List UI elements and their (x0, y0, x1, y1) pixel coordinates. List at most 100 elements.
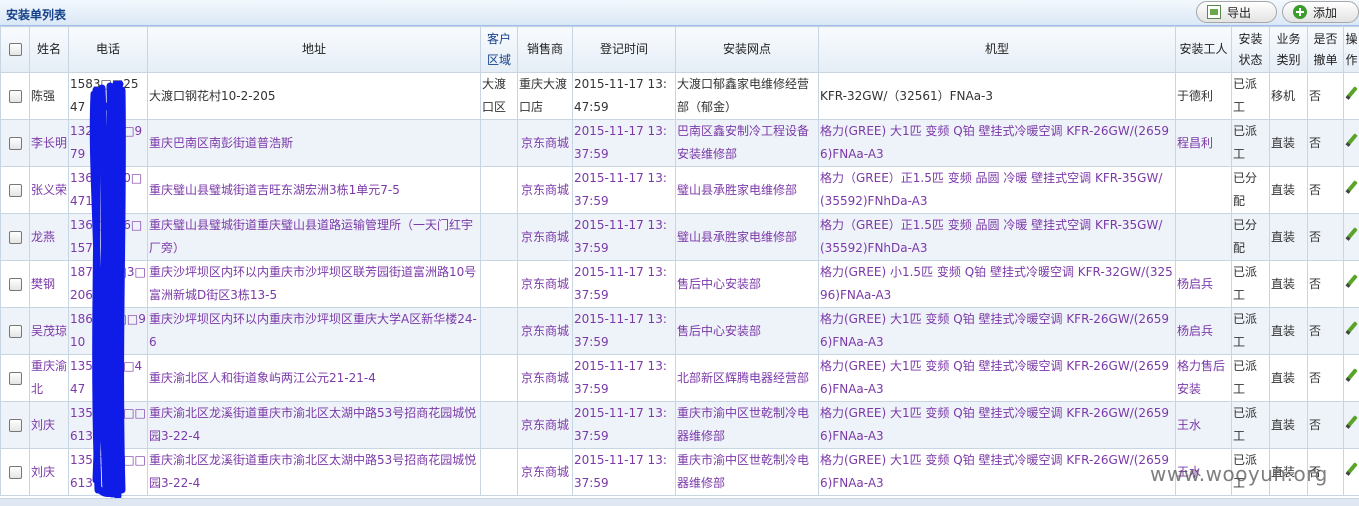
col-header[interactable]: 登记时间 (573, 27, 676, 73)
cell-model[interactable]: 格力（GREE）正1.5匹 变频 品圆 冷暖 壁挂式空调 KFR-35GW/(3… (819, 214, 1176, 261)
row-actions-cell[interactable] (1344, 120, 1359, 167)
col-header[interactable]: 姓名 (30, 27, 69, 73)
cell-station[interactable]: 璧山县承胜家电维修部 (676, 167, 819, 214)
cell-name[interactable]: 樊钢 (30, 261, 69, 308)
cell-station[interactable]: 大渡口郁鑫家电维修经营部（郁金） (676, 73, 819, 120)
cell-name[interactable]: 刘庆 (30, 449, 69, 496)
col-header[interactable]: 销售商 (518, 27, 573, 73)
edit-pencil-icon[interactable] (1345, 415, 1359, 429)
table-row[interactable]: 樊钢187□□□3□206重庆沙坪坝区内环以内重庆市沙坪坝区联芳园街道富洲路10… (1, 261, 1359, 308)
cell-station[interactable]: 巴南区鑫安制冷工程设备安装维修部 (676, 120, 819, 167)
table-row[interactable]: 重庆渝北135□□4□447重庆渝北区人和街道象屿两江公元21-21-4京东商城… (1, 355, 1359, 402)
edit-pencil-icon[interactable] (1345, 274, 1359, 288)
cell-model[interactable]: 格力（GREE）正1.5匹 变频 品圆 冷暖 壁挂式空调 KFR-35GW/(3… (819, 167, 1176, 214)
export-button[interactable]: 导出 (1196, 1, 1277, 23)
row-select-cell[interactable] (1, 120, 30, 167)
cell-phone[interactable]: 135□□4□447 (69, 355, 148, 402)
cell-address[interactable]: 重庆璧山县璧城街道重庆璧山县道路运输管理所（一天门红宇厂旁） (148, 214, 481, 261)
table-row[interactable]: 龙燕136□□46□157重庆璧山县璧城街道重庆璧山县道路运输管理所（一天门红宇… (1, 214, 1359, 261)
table-row[interactable]: 吴茂琼186□□□□910重庆沙坪坝区内环以内重庆市沙坪坝区重庆大学A区新华楼2… (1, 308, 1359, 355)
cell-model[interactable]: 格力(GREE) 大1匹 变频 Q铂 壁挂式冷暖空调 KFR-26GW/(265… (819, 355, 1176, 402)
edit-pencil-icon[interactable] (1345, 86, 1359, 100)
cell-address[interactable]: 重庆巴南区南彭街道普浩斯 (148, 120, 481, 167)
cell-model[interactable]: KFR-32GW/（32561）FNAa-3 (819, 73, 1176, 120)
cell-address[interactable]: 重庆渝北区人和街道象屿两江公元21-21-4 (148, 355, 481, 402)
col-header[interactable]: 是否撤单 (1308, 27, 1344, 73)
cell-station[interactable]: 重庆市渝中区世乾制冷电器维修部 (676, 402, 819, 449)
cell-phone[interactable]: 136□□00□471 (69, 167, 148, 214)
cell-name[interactable]: 陈强 (30, 73, 69, 120)
row-checkbox[interactable] (9, 419, 22, 432)
edit-pencil-icon[interactable] (1345, 462, 1359, 476)
row-actions-cell[interactable] (1344, 73, 1359, 120)
cell-phone[interactable]: 136□□46□157 (69, 214, 148, 261)
col-header[interactable]: 操作 (1344, 27, 1359, 73)
row-actions-cell[interactable] (1344, 214, 1359, 261)
cell-name[interactable]: 重庆渝北 (30, 355, 69, 402)
cell-address[interactable]: 重庆璧山县璧城街道吉旺东湖宏洲3栋1单元7-5 (148, 167, 481, 214)
cell-phone[interactable]: 187□□□3□206 (69, 261, 148, 308)
row-select-cell[interactable] (1, 261, 30, 308)
row-checkbox[interactable] (9, 372, 22, 385)
table-row[interactable]: 张义荣136□□00□471重庆璧山县璧城街道吉旺东湖宏洲3栋1单元7-5京东商… (1, 167, 1359, 214)
cell-address[interactable]: 大渡口钢花村10-2-205 (148, 73, 481, 120)
cell-phone[interactable]: 1583□□2547 (69, 73, 148, 120)
select-all-checkbox[interactable] (9, 43, 22, 56)
col-header[interactable]: 地址 (148, 27, 481, 73)
cell-address[interactable]: 重庆沙坪坝区内环以内重庆市沙坪坝区联芳园街道富洲路10号富洲新城D街区3栋13-… (148, 261, 481, 308)
cell-phone[interactable]: 135□□9□□613 (69, 449, 148, 496)
row-checkbox[interactable] (9, 325, 22, 338)
col-header[interactable]: 客户区域 (481, 27, 518, 73)
cell-name[interactable]: 刘庆 (30, 402, 69, 449)
cell-model[interactable]: 格力(GREE) 大1匹 变频 Q铂 壁挂式冷暖空调 KFR-26GW/(265… (819, 308, 1176, 355)
row-actions-cell[interactable] (1344, 308, 1359, 355)
col-header[interactable]: 业务类别 (1270, 27, 1308, 73)
cell-model[interactable]: 格力(GREE) 大1匹 变频 Q铂 壁挂式冷暖空调 KFR-26GW/(265… (819, 402, 1176, 449)
row-actions-cell[interactable] (1344, 402, 1359, 449)
cell-name[interactable]: 李长明 (30, 120, 69, 167)
col-header[interactable]: 电话 (69, 27, 148, 73)
row-select-cell[interactable] (1, 308, 30, 355)
row-select-cell[interactable] (1, 167, 30, 214)
edit-pencil-icon[interactable] (1345, 133, 1359, 147)
row-checkbox[interactable] (9, 278, 22, 291)
row-select-cell[interactable] (1, 214, 30, 261)
row-checkbox[interactable] (9, 466, 22, 479)
row-actions-cell[interactable] (1344, 449, 1359, 496)
row-select-cell[interactable] (1, 402, 30, 449)
edit-pencil-icon[interactable] (1345, 368, 1359, 382)
select-all-cell[interactable] (1, 27, 30, 73)
add-button[interactable]: 添加 (1282, 1, 1359, 23)
table-row[interactable]: 李长明132□□1□979重庆巴南区南彭街道普浩斯京东商城2015-11-17 … (1, 120, 1359, 167)
row-actions-cell[interactable] (1344, 355, 1359, 402)
col-header[interactable]: 安装工人 (1176, 27, 1232, 73)
row-select-cell[interactable] (1, 73, 30, 120)
col-header[interactable]: 机型 (819, 27, 1176, 73)
edit-pencil-icon[interactable] (1345, 180, 1359, 194)
row-actions-cell[interactable] (1344, 167, 1359, 214)
table-row[interactable]: 刘庆135□□9□□613重庆渝北区龙溪街道重庆市渝北区太湖中路53号招商花园城… (1, 402, 1359, 449)
cell-model[interactable]: 格力(GREE) 大1匹 变频 Q铂 壁挂式冷暖空调 KFR-26GW/(265… (819, 120, 1176, 167)
cell-phone[interactable]: 186□□□□910 (69, 308, 148, 355)
cell-model[interactable]: 格力(GREE) 大1匹 变频 Q铂 壁挂式冷暖空调 KFR-26GW/(265… (819, 449, 1176, 496)
cell-name[interactable]: 龙燕 (30, 214, 69, 261)
col-header[interactable]: 安装网点 (676, 27, 819, 73)
cell-name[interactable]: 吴茂琼 (30, 308, 69, 355)
table-row[interactable]: 陈强1583□□2547大渡口钢花村10-2-205大渡口区重庆大渡口店2015… (1, 73, 1359, 120)
row-actions-cell[interactable] (1344, 261, 1359, 308)
cell-station[interactable]: 重庆市渝中区世乾制冷电器维修部 (676, 449, 819, 496)
cell-phone[interactable]: 132□□1□979 (69, 120, 148, 167)
row-select-cell[interactable] (1, 449, 30, 496)
cell-address[interactable]: 重庆沙坪坝区内环以内重庆市沙坪坝区重庆大学A区新华楼24-6 (148, 308, 481, 355)
cell-station[interactable]: 北部新区辉腾电器经营部 (676, 355, 819, 402)
cell-name[interactable]: 张义荣 (30, 167, 69, 214)
cell-model[interactable]: 格力(GREE) 小1.5匹 变频 Q铂 壁挂式冷暖空调 KFR-32GW/(3… (819, 261, 1176, 308)
cell-station[interactable]: 璧山县承胜家电维修部 (676, 214, 819, 261)
row-select-cell[interactable] (1, 355, 30, 402)
cell-station[interactable]: 售后中心安装部 (676, 308, 819, 355)
edit-pencil-icon[interactable] (1345, 321, 1359, 335)
edit-pencil-icon[interactable] (1345, 227, 1359, 241)
cell-address[interactable]: 重庆渝北区龙溪街道重庆市渝北区太湖中路53号招商花园城悦园3-22-4 (148, 402, 481, 449)
row-checkbox[interactable] (9, 90, 22, 103)
cell-phone[interactable]: 135□□9□□613 (69, 402, 148, 449)
